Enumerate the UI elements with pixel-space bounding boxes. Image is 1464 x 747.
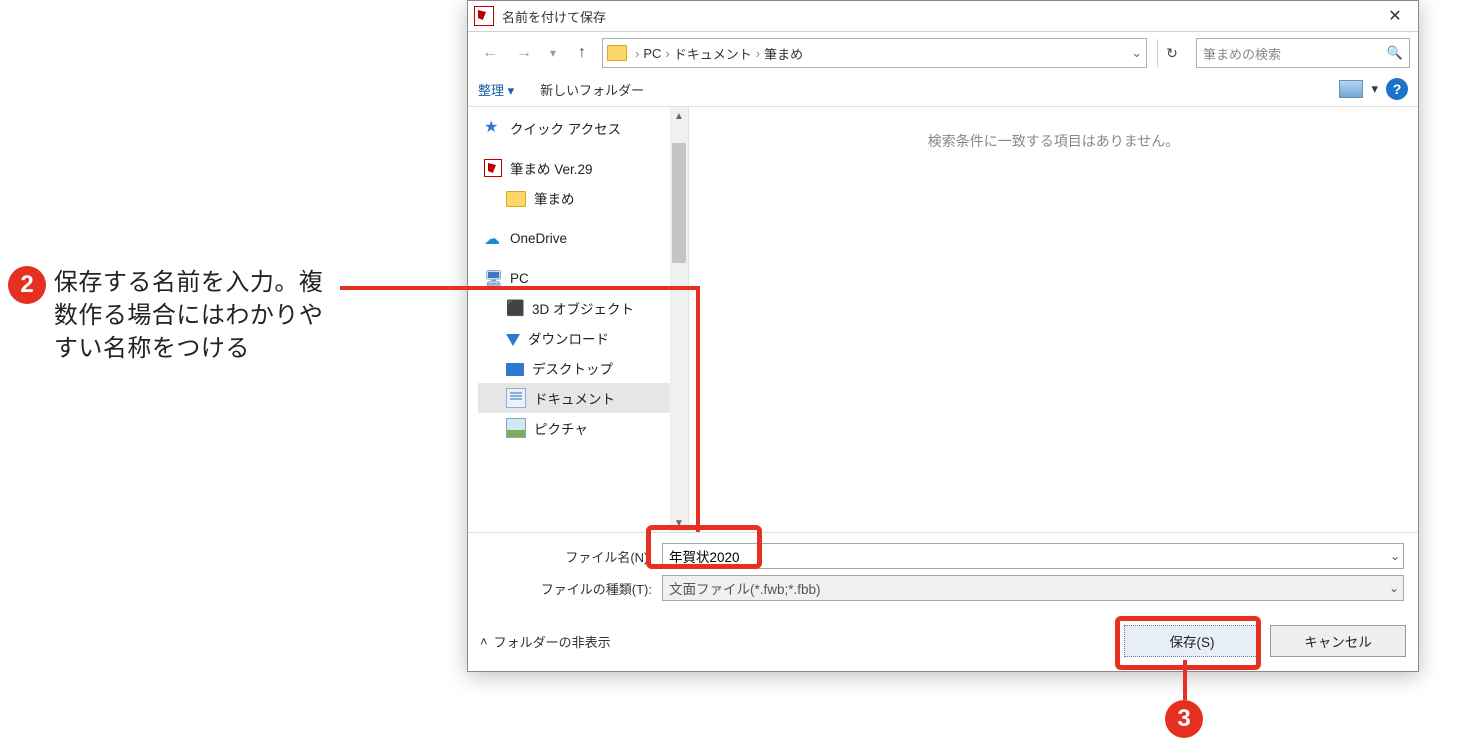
filename-label: ファイル名(N): bbox=[482, 547, 662, 566]
pc-icon: 🖥 bbox=[484, 269, 502, 287]
help-button[interactable]: ? bbox=[1386, 78, 1408, 100]
connector-step2-v bbox=[696, 286, 700, 532]
desktop-icon bbox=[506, 363, 524, 376]
tree-label: PC bbox=[510, 271, 529, 286]
bottom-row: ˄ フォルダーの非表示 保存(S) キャンセル bbox=[468, 611, 1418, 671]
tree-app-sub[interactable]: 筆まめ bbox=[478, 183, 688, 213]
field-area: ファイル名(N): ⌄ ファイルの種類(T): 文面ファイル(*.fwb;*.f… bbox=[468, 532, 1418, 611]
filetype-row: ファイルの種類(T): 文面ファイル(*.fwb;*.fbb) ⌄ bbox=[482, 575, 1404, 601]
titlebar: 名前を付けて保存 ✕ bbox=[468, 1, 1418, 32]
chevron-up-icon: ˄ bbox=[480, 634, 488, 649]
close-button[interactable]: ✕ bbox=[1372, 1, 1418, 31]
annotation-step-2: 2 保存する名前を入力。複 数作る場合にはわかりや すい名称をつける bbox=[8, 266, 458, 365]
connector-step2-h bbox=[340, 286, 700, 290]
filetype-dropdown-icon: ⌄ bbox=[1389, 581, 1399, 595]
tree-quick-access[interactable]: ★ クイック アクセス bbox=[478, 113, 688, 143]
up-button[interactable]: ↑ bbox=[568, 39, 596, 67]
tree-label: ドキュメント bbox=[534, 388, 615, 408]
save-button[interactable]: 保存(S) bbox=[1124, 625, 1260, 657]
download-icon bbox=[506, 334, 520, 346]
tree-desktop[interactable]: デスクトップ bbox=[478, 353, 688, 383]
filetype-value: 文面ファイル(*.fwb;*.fbb) bbox=[669, 578, 821, 598]
tree-spacer bbox=[478, 213, 688, 223]
view-mode-button[interactable] bbox=[1339, 80, 1363, 98]
breadcrumb-sep: › bbox=[635, 46, 639, 61]
recent-locations-button[interactable]: ▾ bbox=[544, 39, 562, 67]
tree-3d-objects[interactable]: ⬛ 3D オブジェクト bbox=[478, 293, 688, 323]
cube-icon: ⬛ bbox=[506, 299, 524, 317]
refresh-button[interactable]: ↻ bbox=[1157, 39, 1186, 67]
tree-label: 筆まめ Ver.29 bbox=[510, 158, 593, 178]
star-icon: ★ bbox=[484, 119, 502, 137]
step2-line1: 保存する名前を入力。複 bbox=[54, 269, 324, 296]
breadcrumb-sep: › bbox=[665, 46, 669, 61]
organize-button[interactable]: 整理 ▾ bbox=[478, 80, 514, 99]
back-button[interactable]: ← bbox=[476, 39, 504, 67]
tree-label: デスクトップ bbox=[532, 358, 613, 378]
filetype-combo[interactable]: 文面ファイル(*.fwb;*.fbb) ⌄ bbox=[662, 575, 1404, 601]
folder-icon bbox=[506, 191, 526, 207]
step3-badge: 3 bbox=[1165, 700, 1203, 738]
folder-icon bbox=[607, 45, 627, 61]
empty-message: 検索条件に一致する項目はありません。 bbox=[928, 131, 1180, 151]
step2-badge: 2 bbox=[8, 266, 46, 304]
toolbar: 整理 ▾ 新しいフォルダー ▾ ? bbox=[468, 74, 1418, 107]
dialog-title: 名前を付けて保存 bbox=[502, 7, 1372, 26]
save-as-dialog: 名前を付けて保存 ✕ ← → ▾ ↑ › PC › ドキュメント › 筆まめ ⌄… bbox=[467, 0, 1419, 672]
scroll-down-icon[interactable]: ▼ bbox=[670, 514, 688, 532]
tree-label: 3D オブジェクト bbox=[532, 298, 634, 318]
tree-pictures[interactable]: ピクチャ bbox=[478, 413, 688, 443]
filename-input[interactable] bbox=[662, 543, 1404, 569]
tree-label: 筆まめ bbox=[534, 188, 575, 208]
search-icon: 🔍 bbox=[1387, 45, 1403, 61]
annotation-step-3: 3 bbox=[1165, 700, 1203, 738]
tree-app[interactable]: 筆まめ Ver.29 bbox=[478, 153, 688, 183]
filename-dropdown-icon[interactable]: ⌄ bbox=[1390, 549, 1400, 563]
tree-label: ピクチャ bbox=[534, 418, 588, 438]
breadcrumb-dropdown-icon[interactable]: ⌄ bbox=[1131, 45, 1142, 61]
view-mode-dropdown-icon[interactable]: ▾ bbox=[1371, 81, 1378, 97]
tree-spacer bbox=[478, 143, 688, 153]
scroll-thumb[interactable] bbox=[672, 143, 686, 263]
tree-onedrive[interactable]: ☁ OneDrive bbox=[478, 223, 688, 253]
nav-row: ← → ▾ ↑ › PC › ドキュメント › 筆まめ ⌄ ↻ 筆まめの検索 🔍 bbox=[468, 32, 1418, 74]
step2-line2: 数作る場合にはわかりや bbox=[54, 302, 324, 329]
tree-label: クイック アクセス bbox=[510, 118, 621, 138]
hide-folders-label: フォルダーの非表示 bbox=[494, 632, 611, 651]
tree-label: ダウンロード bbox=[528, 328, 609, 348]
new-folder-button[interactable]: 新しいフォルダー bbox=[540, 80, 644, 99]
app-icon bbox=[484, 159, 502, 177]
filename-row: ファイル名(N): ⌄ bbox=[482, 543, 1404, 569]
breadcrumb-sep: › bbox=[756, 46, 760, 61]
scroll-up-icon[interactable]: ▲ bbox=[670, 107, 688, 125]
breadcrumb-seg-pc[interactable]: PC bbox=[643, 46, 661, 61]
tree-label: OneDrive bbox=[510, 231, 567, 246]
breadcrumb[interactable]: › PC › ドキュメント › 筆まめ ⌄ bbox=[602, 38, 1147, 68]
tree-documents[interactable]: ドキュメント bbox=[478, 383, 688, 413]
document-icon bbox=[506, 388, 526, 408]
forward-button[interactable]: → bbox=[510, 39, 538, 67]
hide-folders-toggle[interactable]: ˄ フォルダーの非表示 bbox=[480, 632, 611, 651]
tree-downloads[interactable]: ダウンロード bbox=[478, 323, 688, 353]
search-placeholder: 筆まめの検索 bbox=[1203, 44, 1281, 63]
search-input[interactable]: 筆まめの検索 🔍 bbox=[1196, 38, 1410, 68]
tree-scrollbar[interactable]: ▲ ▼ bbox=[670, 107, 688, 532]
step2-line3: すい名称をつける bbox=[54, 335, 250, 362]
dialog-body: ★ クイック アクセス 筆まめ Ver.29 筆まめ ☁ OneDrive bbox=[468, 107, 1418, 532]
tree-spacer bbox=[478, 253, 688, 263]
breadcrumb-seg-documents[interactable]: ドキュメント bbox=[674, 44, 752, 63]
cancel-button[interactable]: キャンセル bbox=[1270, 625, 1406, 657]
breadcrumb-seg-fudemame[interactable]: 筆まめ bbox=[764, 44, 803, 63]
filetype-label: ファイルの種類(T): bbox=[482, 579, 662, 598]
connector-step3-v bbox=[1183, 660, 1187, 700]
file-list-area: 検索条件に一致する項目はありません。 bbox=[689, 107, 1418, 532]
onedrive-icon: ☁ bbox=[484, 229, 502, 247]
folder-tree: ★ クイック アクセス 筆まめ Ver.29 筆まめ ☁ OneDrive bbox=[468, 107, 689, 532]
step2-text: 保存する名前を入力。複 数作る場合にはわかりや すい名称をつける bbox=[54, 266, 324, 365]
app-icon bbox=[474, 6, 494, 26]
picture-icon bbox=[506, 418, 526, 438]
